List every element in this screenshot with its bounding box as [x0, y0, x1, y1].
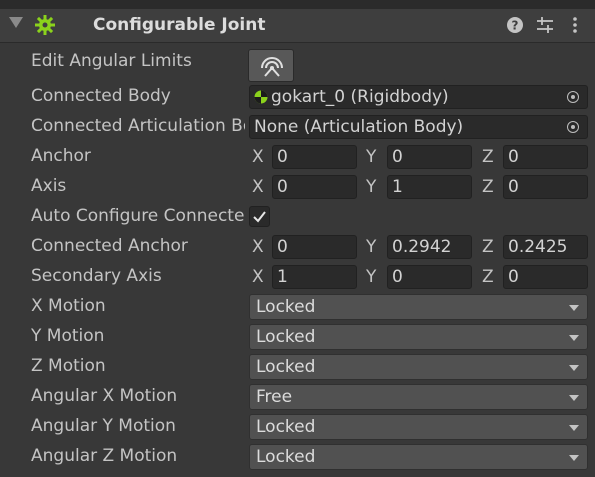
anchor-z-field[interactable]: 0	[503, 145, 588, 169]
foldout-arrow-icon[interactable]	[9, 17, 23, 28]
y-motion-value: Locked	[256, 327, 316, 347]
object-picker-icon[interactable]	[567, 91, 579, 103]
x-axis-label: X	[252, 147, 264, 167]
z-axis-label: Z	[482, 237, 494, 257]
x-axis-label: X	[252, 267, 264, 287]
axis-x-field[interactable]: 0	[272, 175, 357, 199]
axis-y-field[interactable]: 1	[387, 175, 472, 199]
angular-z-motion-value: Locked	[256, 447, 316, 467]
joint-gear-icon	[35, 15, 55, 35]
connected-body-value: gokart_0 (Rigidbody)	[271, 87, 449, 107]
rigidbody-icon	[254, 90, 268, 104]
row-angular-z-motion: Angular Z Motion Locked	[0, 442, 595, 472]
secondary-axis-y-field[interactable]: 0	[387, 265, 472, 289]
row-edit-angular-limits: Edit Angular Limits	[0, 47, 595, 77]
angular-y-motion-value: Locked	[256, 417, 316, 437]
anchor-y-field[interactable]: 0	[387, 145, 472, 169]
row-y-motion: Y Motion Locked	[0, 322, 595, 352]
row-secondary-axis: Secondary Axis X 1 Y 0 Z 0	[0, 262, 595, 292]
x-axis-label: X	[252, 177, 264, 197]
svg-text:?: ?	[512, 19, 519, 33]
z-axis-label: Z	[482, 267, 494, 287]
angular-y-motion-dropdown[interactable]: Locked	[249, 414, 588, 440]
dropdown-arrow-icon	[569, 305, 579, 311]
anchor-label: Anchor	[31, 146, 91, 166]
angular-x-motion-value: Free	[256, 387, 293, 407]
object-picker-icon[interactable]	[567, 121, 579, 133]
z-axis-label: Z	[482, 147, 494, 167]
y-motion-label: Y Motion	[31, 326, 105, 346]
x-motion-value: Locked	[256, 297, 316, 317]
row-auto-configure: Auto Configure Connected Anchor	[0, 202, 595, 232]
component-title: Configurable Joint	[93, 15, 266, 35]
dropdown-arrow-icon	[569, 395, 579, 401]
connected-articulation-value: None (Articulation Body)	[254, 117, 464, 137]
angular-x-motion-label: Angular X Motion	[31, 386, 178, 406]
dropdown-arrow-icon	[569, 365, 579, 371]
secondary-axis-z-field[interactable]: 0	[503, 265, 588, 289]
y-axis-label: Y	[366, 177, 377, 197]
dropdown-arrow-icon	[569, 455, 579, 461]
secondary-axis-x-field[interactable]: 1	[272, 265, 357, 289]
anchor-x-field[interactable]: 0	[272, 145, 357, 169]
row-angular-x-motion: Angular X Motion Free	[0, 382, 595, 412]
angular-z-motion-dropdown[interactable]: Locked	[249, 444, 588, 470]
component-header[interactable]: Configurable Joint ?	[0, 9, 595, 43]
row-axis: Axis X 0 Y 1 Z 0	[0, 172, 595, 202]
x-motion-label: X Motion	[31, 296, 106, 316]
secondary-axis-label: Secondary Axis	[31, 266, 162, 286]
angular-x-motion-dropdown[interactable]: Free	[249, 384, 588, 410]
axis-label: Axis	[31, 176, 67, 196]
more-icon[interactable]	[565, 15, 585, 35]
checkmark-icon	[253, 211, 266, 223]
presets-icon[interactable]	[535, 15, 555, 35]
axis-z-field[interactable]: 0	[503, 175, 588, 199]
y-motion-dropdown[interactable]: Locked	[249, 324, 588, 350]
row-anchor: Anchor X 0 Y 0 Z 0	[0, 142, 595, 172]
z-motion-value: Locked	[256, 357, 316, 377]
row-connected-anchor: Connected Anchor X 0 Y 0.2942 Z 0.2425	[0, 232, 595, 262]
row-z-motion: Z Motion Locked	[0, 352, 595, 382]
angular-z-motion-label: Angular Z Motion	[31, 446, 178, 466]
connected-articulation-field[interactable]: None (Articulation Body)	[249, 115, 588, 139]
edit-angular-limits-button[interactable]	[248, 49, 294, 82]
row-connected-articulation-body: Connected Articulation Body None (Articu…	[0, 112, 595, 142]
auto-configure-label: Auto Configure Connected Anchor	[31, 206, 245, 226]
x-motion-dropdown[interactable]: Locked	[249, 294, 588, 320]
y-axis-label: Y	[366, 147, 377, 167]
auto-configure-checkbox[interactable]	[249, 206, 270, 227]
help-icon[interactable]: ?	[505, 15, 525, 35]
connected-articulation-label: Connected Articulation Body	[31, 116, 245, 136]
row-x-motion: X Motion Locked	[0, 292, 595, 322]
dropdown-arrow-icon	[569, 335, 579, 341]
connected-body-field[interactable]: gokart_0 (Rigidbody)	[249, 85, 588, 109]
dropdown-arrow-icon	[569, 425, 579, 431]
x-axis-label: X	[252, 237, 264, 257]
connected-anchor-y-field[interactable]: 0.2942	[387, 235, 472, 259]
z-motion-dropdown[interactable]: Locked	[249, 354, 588, 380]
z-axis-label: Z	[482, 177, 494, 197]
angular-limits-icon	[261, 57, 283, 77]
connected-anchor-label: Connected Anchor	[31, 236, 188, 256]
y-axis-label: Y	[366, 237, 377, 257]
connected-body-label: Connected Body	[31, 86, 171, 106]
y-axis-label: Y	[366, 267, 377, 287]
connected-anchor-z-field[interactable]: 0.2425	[503, 235, 588, 259]
z-motion-label: Z Motion	[31, 356, 106, 376]
edit-angular-limits-label: Edit Angular Limits	[31, 51, 192, 71]
row-connected-body: Connected Body gokart_0 (Rigidbody)	[0, 82, 595, 112]
angular-y-motion-label: Angular Y Motion	[31, 416, 176, 436]
row-angular-y-motion: Angular Y Motion Locked	[0, 412, 595, 442]
connected-anchor-x-field[interactable]: 0	[272, 235, 357, 259]
